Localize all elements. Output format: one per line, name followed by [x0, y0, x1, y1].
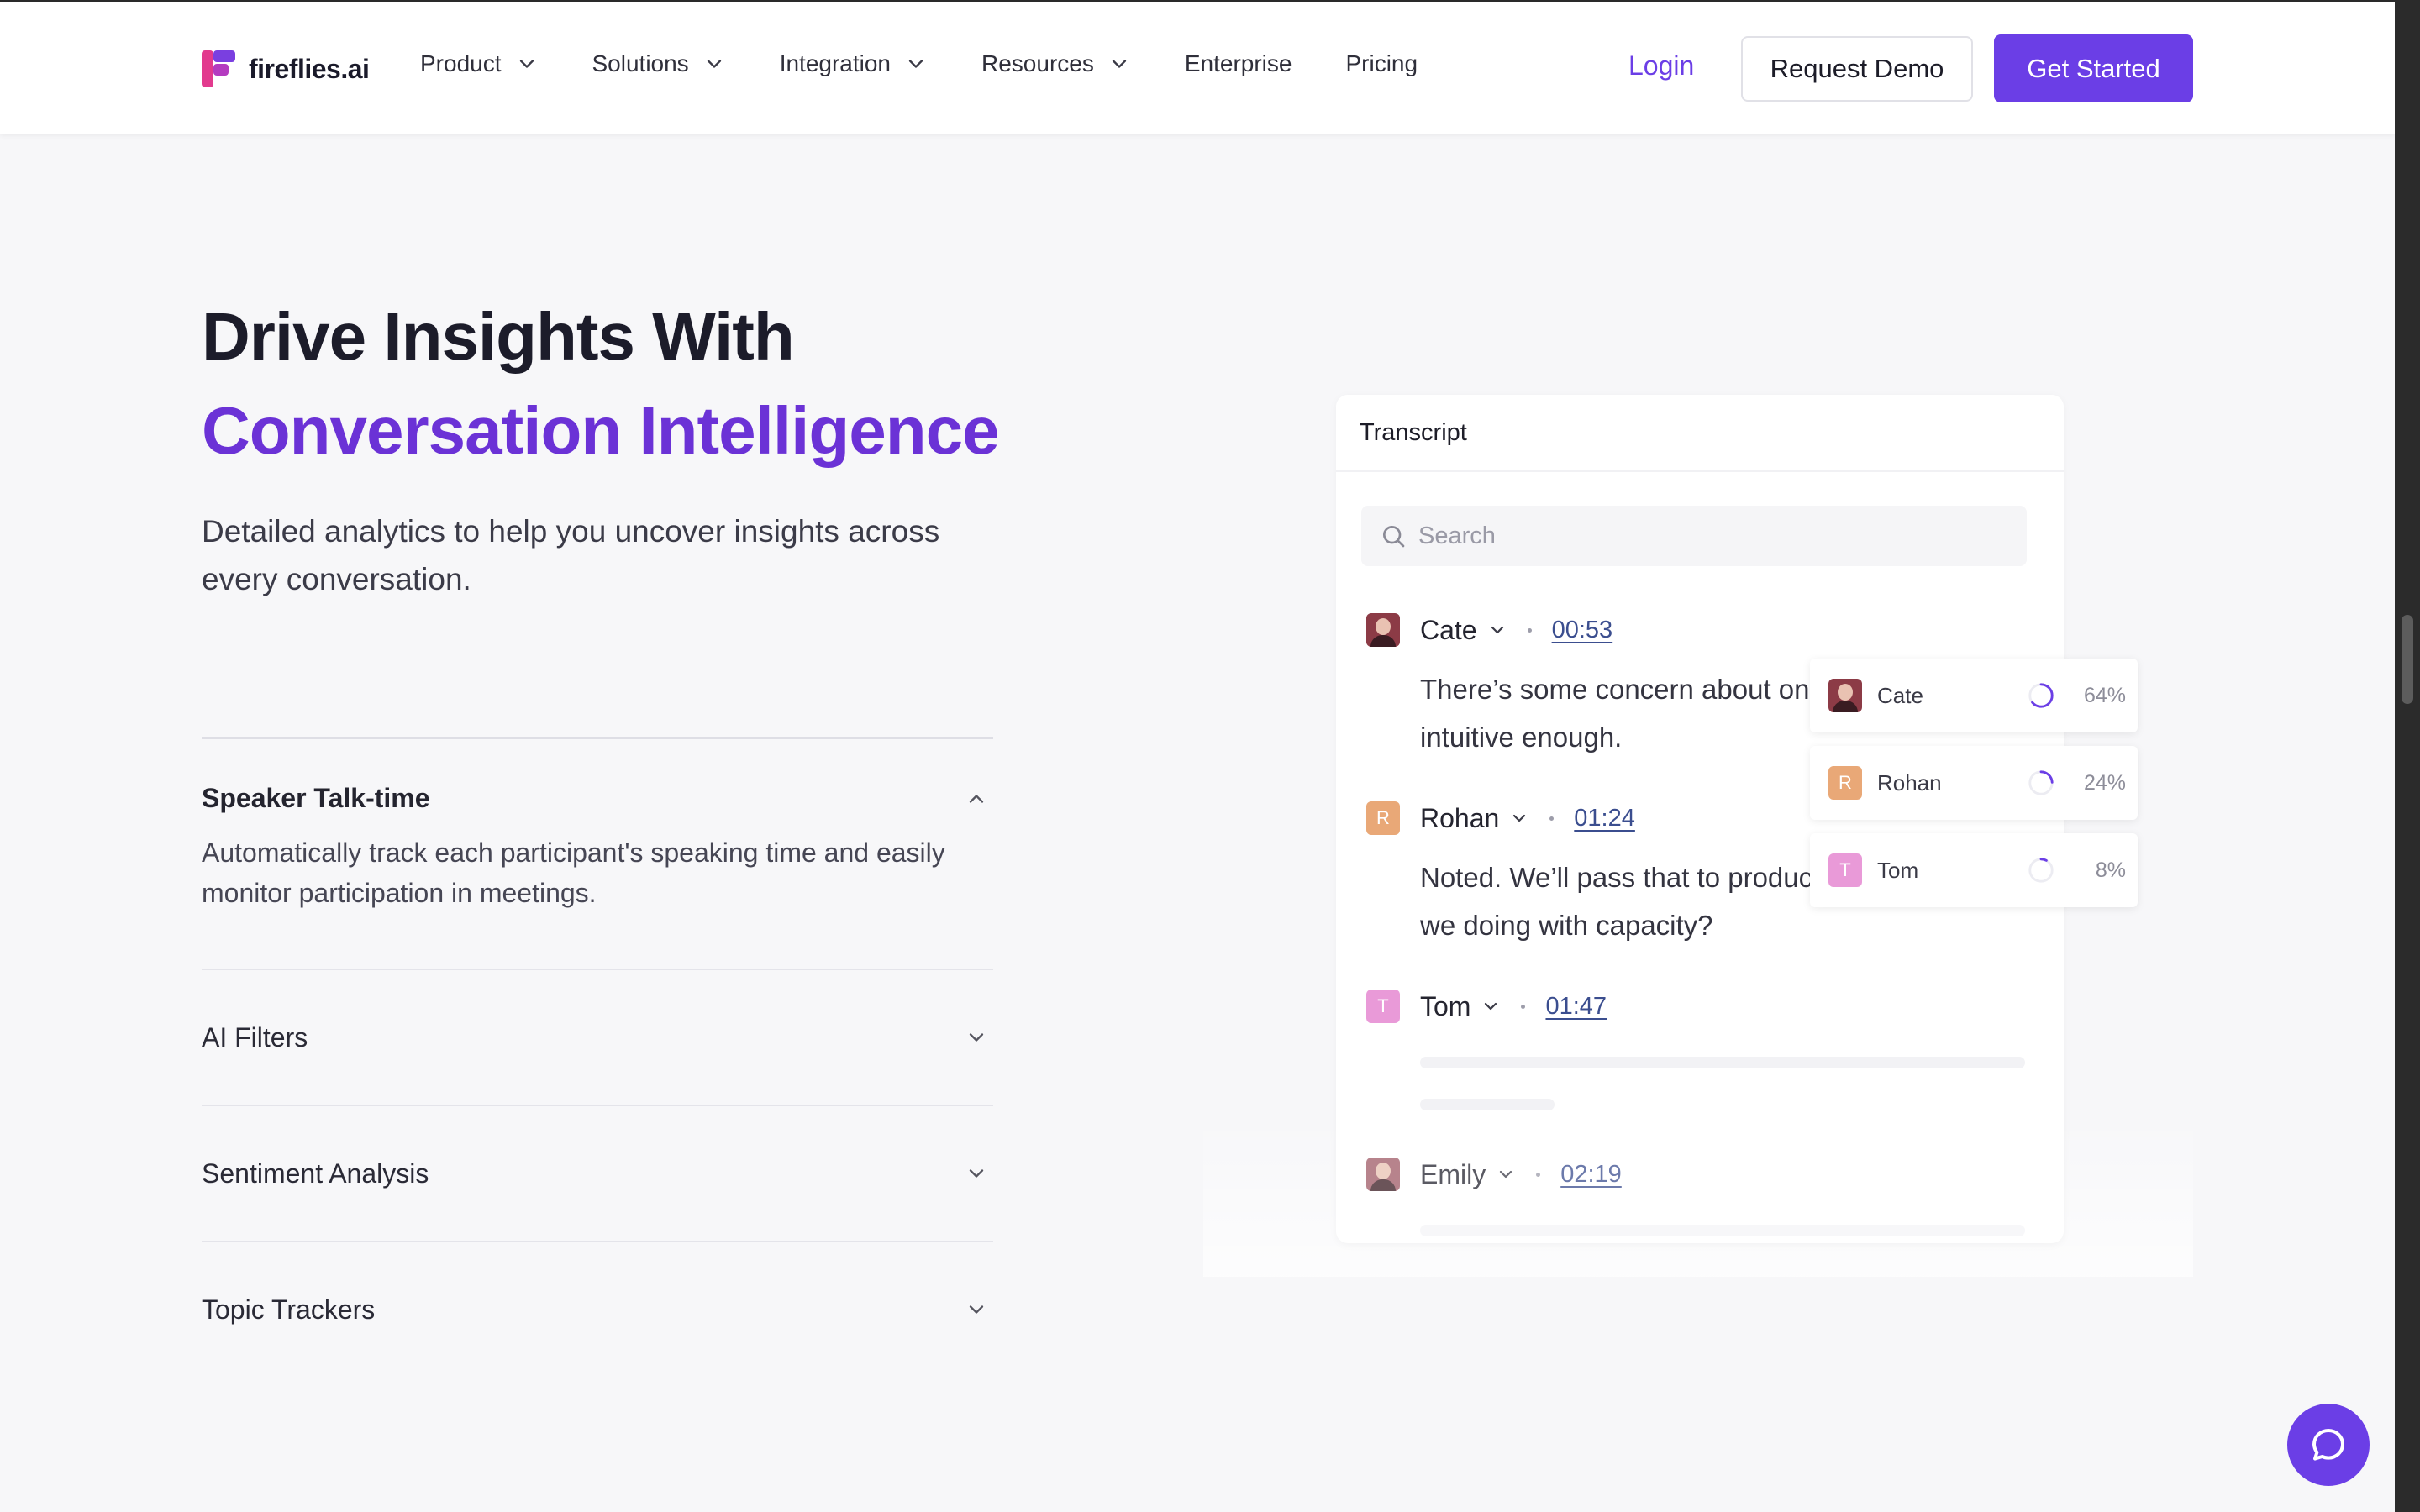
nav-menu: Product Solutions Integration Resources … [420, 50, 1471, 77]
speaker-name: Cate [1420, 614, 1477, 645]
timestamp-link[interactable]: 01:24 [1574, 805, 1635, 832]
nav-item-enterprise[interactable]: Enterprise [1185, 50, 1292, 77]
accordion-topic-trackers: Topic Trackers [202, 1241, 993, 1377]
fireflies-logo-icon [202, 50, 235, 87]
talk-time-row-cate: Cate 64% [1810, 659, 2138, 732]
avatar-rohan: R [1366, 801, 1400, 835]
nav-item-solutions[interactable]: Solutions [592, 50, 726, 77]
progress-ring-icon [2028, 683, 2054, 708]
speaker-name: Emily [1420, 1158, 1486, 1189]
chat-button[interactable] [2287, 1404, 2370, 1486]
nav-item-product[interactable]: Product [420, 50, 539, 77]
talk-time-name: Rohan [1877, 769, 1942, 795]
accordion-title: AI Filters [202, 1021, 308, 1053]
accordion-header-sentiment-analysis[interactable]: Sentiment Analysis [202, 1106, 993, 1241]
avatar-tom: T [1366, 990, 1400, 1023]
chevron-down-icon [969, 1033, 984, 1042]
get-started-button[interactable]: Get Started [1994, 34, 2193, 102]
nav-item-pricing[interactable]: Pricing [1345, 50, 1418, 77]
nav-item-label: Solutions [592, 50, 689, 76]
nav-item-label: Pricing [1345, 50, 1418, 76]
nav-item-label: Enterprise [1184, 50, 1292, 76]
talk-time-percent: 8% [2095, 858, 2126, 882]
placeholder-line [1420, 1099, 1555, 1110]
scrollbar-thumb[interactable] [2402, 615, 2413, 704]
chevron-down-icon [519, 60, 534, 68]
hero-subtitle: Detailed analytics to help you uncover i… [202, 514, 940, 596]
timestamp-link[interactable]: 00:53 [1552, 617, 1613, 644]
top-nav: fireflies.ai Product Solutions Integrati… [0, 0, 2395, 134]
transcript-title: Transcript [1360, 418, 1467, 446]
timestamp-link[interactable]: 02:19 [1560, 1161, 1622, 1189]
accordion-sentiment-analysis: Sentiment Analysis [202, 1105, 993, 1241]
accordion-ai-filters: AI Filters [202, 969, 993, 1105]
chevron-down-icon[interactable] [1481, 996, 1501, 1016]
talk-time-row-tom: T Tom 8% [1810, 833, 2138, 907]
separator-dot [1521, 1004, 1526, 1009]
avatar-emily [1366, 1158, 1400, 1191]
logo[interactable]: fireflies.ai [202, 50, 370, 87]
nav-item-resources[interactable]: Resources [981, 50, 1131, 77]
separator-dot [1536, 1172, 1541, 1177]
accordion-header-topic-trackers[interactable]: Topic Trackers [202, 1242, 993, 1377]
talk-time-percent: 24% [2083, 770, 2126, 795]
nav-item-label: Resources [981, 50, 1094, 76]
avatar-tom: T [1828, 853, 1862, 887]
feature-accordion: Speaker Talk-time Automatically track ea… [202, 737, 993, 1377]
talk-time-name: Cate [1877, 682, 1923, 708]
avatar-rohan: R [1828, 766, 1862, 800]
hero-title-line2: Conversation Intelligence [202, 393, 1000, 468]
nav-item-label: Integration [779, 50, 892, 76]
request-demo-button[interactable]: Request Demo [1741, 36, 1973, 102]
chevron-down-icon [908, 60, 923, 68]
accordion-body: Automatically track each participant's s… [202, 837, 945, 908]
login-link[interactable]: Login [1628, 50, 1694, 81]
chevron-down-icon [969, 1305, 984, 1314]
nav-item-integration[interactable]: Integration [780, 50, 928, 77]
search-input[interactable] [1418, 522, 2007, 550]
accordion-title: Sentiment Analysis [202, 1158, 429, 1189]
separator-dot [1527, 627, 1532, 633]
talk-time-row-rohan: R Rohan 24% [1810, 746, 2138, 820]
hero-title-line1: Drive Insights With [202, 299, 795, 374]
chevron-down-icon [707, 60, 721, 68]
accordion-speaker-talk-time: Speaker Talk-time Automatically track ea… [202, 737, 993, 969]
transcript-header: Transcript [1336, 395, 2064, 472]
chevron-down-icon[interactable] [1487, 620, 1507, 640]
progress-ring-icon [2028, 858, 2054, 883]
speaker-name: Tom [1420, 990, 1471, 1021]
avatar-cate [1828, 679, 1862, 712]
speaker-name: Rohan [1420, 802, 1500, 833]
accordion-title: Speaker Talk-time [202, 783, 430, 813]
talk-time-percent: 64% [2083, 683, 2126, 707]
logo-text: fireflies.ai [249, 53, 370, 84]
placeholder-line [1420, 1057, 2025, 1068]
talk-time-name: Tom [1877, 857, 1919, 883]
accordion-header-ai-filters[interactable]: AI Filters [202, 970, 993, 1105]
separator-dot [1549, 816, 1555, 821]
page-scrollbar[interactable] [2395, 0, 2420, 1512]
transcript-entry-emily: Emily 02:19 [1366, 1156, 1622, 1193]
chevron-up-icon [969, 794, 984, 803]
nav-item-label: Product [420, 50, 502, 76]
avatar-cate [1366, 613, 1400, 647]
accordion-title: Topic Trackers [202, 1294, 376, 1325]
transcript-search [1361, 506, 2027, 566]
chevron-down-icon [969, 1169, 984, 1178]
progress-ring-icon [2028, 770, 2054, 795]
accordion-header-speaker-talk-time[interactable]: Speaker Talk-time [202, 739, 993, 814]
hero-title: Drive Insights With Conversation Intelli… [202, 290, 1000, 478]
placeholder-line [1420, 1225, 2025, 1236]
chevron-down-icon[interactable] [1509, 808, 1529, 828]
transcript-entry-tom: T Tom 01:47 [1366, 988, 1607, 1025]
chevron-down-icon[interactable] [1496, 1164, 1516, 1184]
chevron-down-icon [1112, 60, 1127, 68]
search-icon [1383, 526, 1405, 548]
chat-bubble-icon [2312, 1429, 2344, 1461]
timestamp-link[interactable]: 01:47 [1545, 993, 1607, 1021]
